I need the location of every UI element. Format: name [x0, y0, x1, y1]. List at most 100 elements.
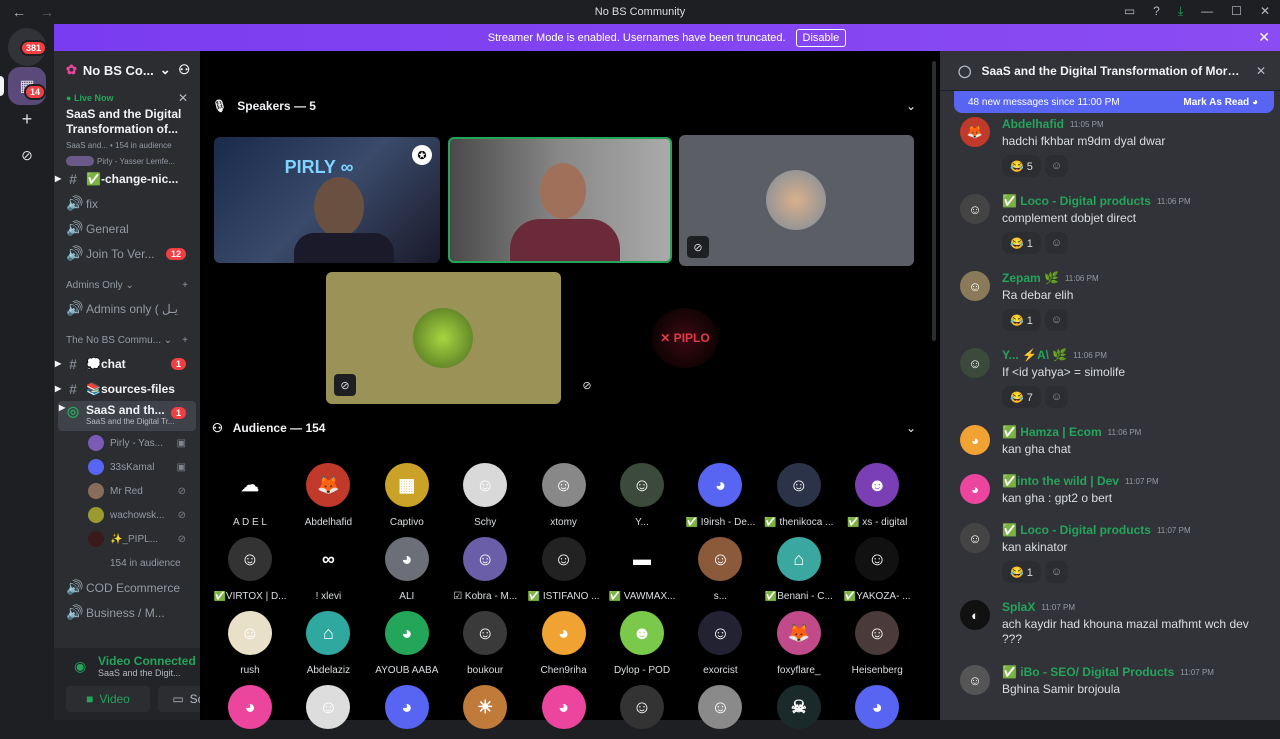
audience-member[interactable]: ☺✅ thenikoca ...: [762, 463, 836, 528]
voice-user[interactable]: 33sKamal▣: [54, 455, 200, 479]
message-author[interactable]: SplaX: [1002, 600, 1035, 614]
audience-member[interactable]: ☺: [683, 685, 757, 739]
stage-scrollbar[interactable]: [932, 61, 936, 341]
chat-message[interactable]: ◕✅ Hamza | Ecom11:06 PMkan gha chat: [940, 425, 1280, 457]
forward-arrow-icon[interactable]: →: [40, 4, 54, 20]
audience-member[interactable]: ☺Y...: [605, 463, 679, 528]
message-author[interactable]: ✅ Hamza | Ecom: [1002, 425, 1102, 439]
close-chat-icon[interactable]: ✕: [1256, 64, 1266, 78]
server-header[interactable]: ✿ No BS Co... ⌄ ⚇: [54, 51, 200, 89]
message-author[interactable]: ✅ Loco - Digital products: [1002, 194, 1151, 208]
speaker-tile-pirly[interactable]: PIRLY ∞ ✪: [214, 137, 440, 263]
voice-user[interactable]: 154 in audience: [54, 551, 200, 575]
discover-icon[interactable]: ⊘: [8, 136, 46, 174]
speakers-header[interactable]: 🎙 Speakers — 5: [212, 99, 316, 113]
reaction-laugh[interactable]: 😂 1: [1002, 232, 1041, 254]
add-reaction-icon[interactable]: ☺: [1045, 386, 1068, 408]
audience-member[interactable]: 🦊Abdelhafid: [291, 463, 365, 528]
channel-item[interactable]: 🔊Join To Ver...12: [54, 241, 200, 266]
audience-member[interactable]: ⌂Abdelaziz: [291, 611, 365, 676]
live-stage-card[interactable]: ● Live Now SaaS and the Digital Transfor…: [54, 89, 200, 166]
reaction-laugh[interactable]: 😂 1: [1002, 309, 1041, 331]
audience-member[interactable]: ☺xtomy: [527, 463, 601, 528]
speaker-tile-mrred[interactable]: ⊘: [679, 135, 914, 266]
message-author[interactable]: Y... ⚡A\ 🌿: [1002, 348, 1067, 362]
audience-member[interactable]: ☺rush: [213, 611, 287, 676]
video-button[interactable]: ■Video: [66, 686, 150, 712]
chat-message[interactable]: 🦊Abdelhafid11:05 PMhadchi fkhbar m9dm dy…: [940, 117, 1280, 177]
audience-member[interactable]: ☺s...: [683, 537, 757, 602]
channel-item[interactable]: 🔊COD Ecommerce: [54, 575, 200, 600]
channel-item[interactable]: 🔊Business / M...: [54, 600, 200, 625]
collapse-audience-icon[interactable]: ⌄: [906, 421, 916, 435]
speaker-tile-piplo[interactable]: ✕ PIPLO ⊘: [568, 272, 803, 404]
audience-member[interactable]: ☺Schy: [448, 463, 522, 528]
add-server-icon[interactable]: +: [8, 100, 46, 138]
audience-member[interactable]: ◕AYOUB AABA: [370, 611, 444, 676]
message-author[interactable]: ✅ Loco - Digital products: [1002, 523, 1151, 537]
audience-member[interactable]: ◕ALI: [370, 537, 444, 602]
add-reaction-icon[interactable]: ☺: [1045, 309, 1068, 331]
audience-member[interactable]: ☠: [762, 685, 836, 739]
audience-header[interactable]: ⚇ Audience — 154: [212, 421, 325, 435]
chat-message[interactable]: ☺Zepam 🌿11:06 PMRa debar elih😂 1☺: [940, 271, 1280, 331]
add-reaction-icon[interactable]: ☺: [1045, 155, 1068, 177]
audience-member[interactable]: ☺Heisenberg: [840, 611, 914, 676]
maximize-icon[interactable]: ☐: [1231, 4, 1242, 19]
message-author[interactable]: ✅ iBo - SEO/ Digital Products: [1002, 665, 1174, 679]
speaker-tile-33skamal[interactable]: [448, 137, 672, 263]
message-author[interactable]: Abdelhafid: [1002, 117, 1064, 131]
audience-member[interactable]: ▬✅ VAWMAX...: [605, 537, 679, 602]
audience-member[interactable]: ☺: [291, 685, 365, 739]
audience-member[interactable]: ▦Captivo: [370, 463, 444, 528]
audience-member[interactable]: ◕Chen9riha: [527, 611, 601, 676]
audience-member[interactable]: ☺boukour: [448, 611, 522, 676]
channel-item[interactable]: ▶#📚sources-files: [54, 376, 200, 401]
add-reaction-icon[interactable]: ☺: [1045, 232, 1068, 254]
add-channel-icon[interactable]: +: [182, 280, 188, 291]
voice-user[interactable]: Pirly - Yas...▣: [54, 431, 200, 455]
mark-as-read-button[interactable]: Mark As Read ◕: [1183, 97, 1258, 108]
close-banner-icon[interactable]: ✕: [1258, 29, 1270, 46]
voice-connected-sub[interactable]: SaaS and the Digit...: [98, 668, 200, 678]
new-messages-bar[interactable]: 48 new messages since 11:00 PM Mark As R…: [954, 91, 1274, 113]
audience-member[interactable]: ☺: [605, 685, 679, 739]
close-live-icon[interactable]: ✕: [178, 91, 188, 105]
chat-message[interactable]: ☺✅ Loco - Digital products11:07 PMkan ak…: [940, 523, 1280, 583]
category-admins[interactable]: Admins Only ⌄ +: [54, 274, 200, 296]
channel-item[interactable]: ▶#💭chat1: [54, 351, 200, 376]
download-icon[interactable]: ⤓: [1178, 4, 1183, 19]
stage-channel[interactable]: ▶ ◎ SaaS and th... SaaS and the Digital …: [58, 401, 196, 431]
add-reaction-icon[interactable]: ☺: [1045, 561, 1068, 583]
close-window-icon[interactable]: ✕: [1260, 4, 1270, 19]
audience-member[interactable]: ☻✅ xs - digital: [840, 463, 914, 528]
chat-message[interactable]: ◕✅into the wild | Dev11:07 PMkan gha : g…: [940, 474, 1280, 506]
add-channel-icon[interactable]: +: [182, 335, 188, 346]
minimize-icon[interactable]: —: [1201, 4, 1213, 19]
add-member-icon[interactable]: ⚇: [178, 62, 190, 78]
channel-item[interactable]: 🔊General: [54, 216, 200, 241]
channel-item[interactable]: 🔊fix: [54, 191, 200, 216]
audience-member[interactable]: ☁A D E L: [213, 463, 287, 528]
chat-message[interactable]: ◐SplaX11:07 PMach kaydir had khouna maza…: [940, 600, 1280, 647]
voice-user[interactable]: ✨_PIPL...⊘: [54, 527, 200, 551]
audience-member[interactable]: ◕: [840, 685, 914, 739]
audience-member[interactable]: ∞! xlevi: [291, 537, 365, 602]
reaction-laugh[interactable]: 😂 5: [1002, 155, 1041, 177]
audience-member[interactable]: ☻Dylop - POD: [605, 611, 679, 676]
voice-user[interactable]: wachowsk...⊘: [54, 503, 200, 527]
audience-member[interactable]: ☀: [448, 685, 522, 739]
category-nobs[interactable]: The No BS Commu... ⌄ +: [54, 329, 200, 351]
chat-message[interactable]: ☺✅ iBo - SEO/ Digital Products11:07 PMBg…: [940, 665, 1280, 697]
message-author[interactable]: Zepam 🌿: [1002, 271, 1059, 285]
screen-share-button[interactable]: ▭Screen: [158, 686, 200, 712]
speaker-tile-wachowski[interactable]: ⊘: [326, 272, 561, 404]
audience-member[interactable]: ◕✅ I9irsh - De...: [683, 463, 757, 528]
audience-member[interactable]: ☺✅ ISTIFANO ...: [527, 537, 601, 602]
message-author[interactable]: ✅into the wild | Dev: [1002, 474, 1119, 488]
audience-member[interactable]: ◕: [370, 685, 444, 739]
audience-member[interactable]: ⌂✅Benani - C...: [762, 537, 836, 602]
audience-member[interactable]: ◕: [527, 685, 601, 739]
audience-member[interactable]: ☺exorcist: [683, 611, 757, 676]
channel-item[interactable]: 🔊Admins only ( يـل: [54, 296, 200, 321]
